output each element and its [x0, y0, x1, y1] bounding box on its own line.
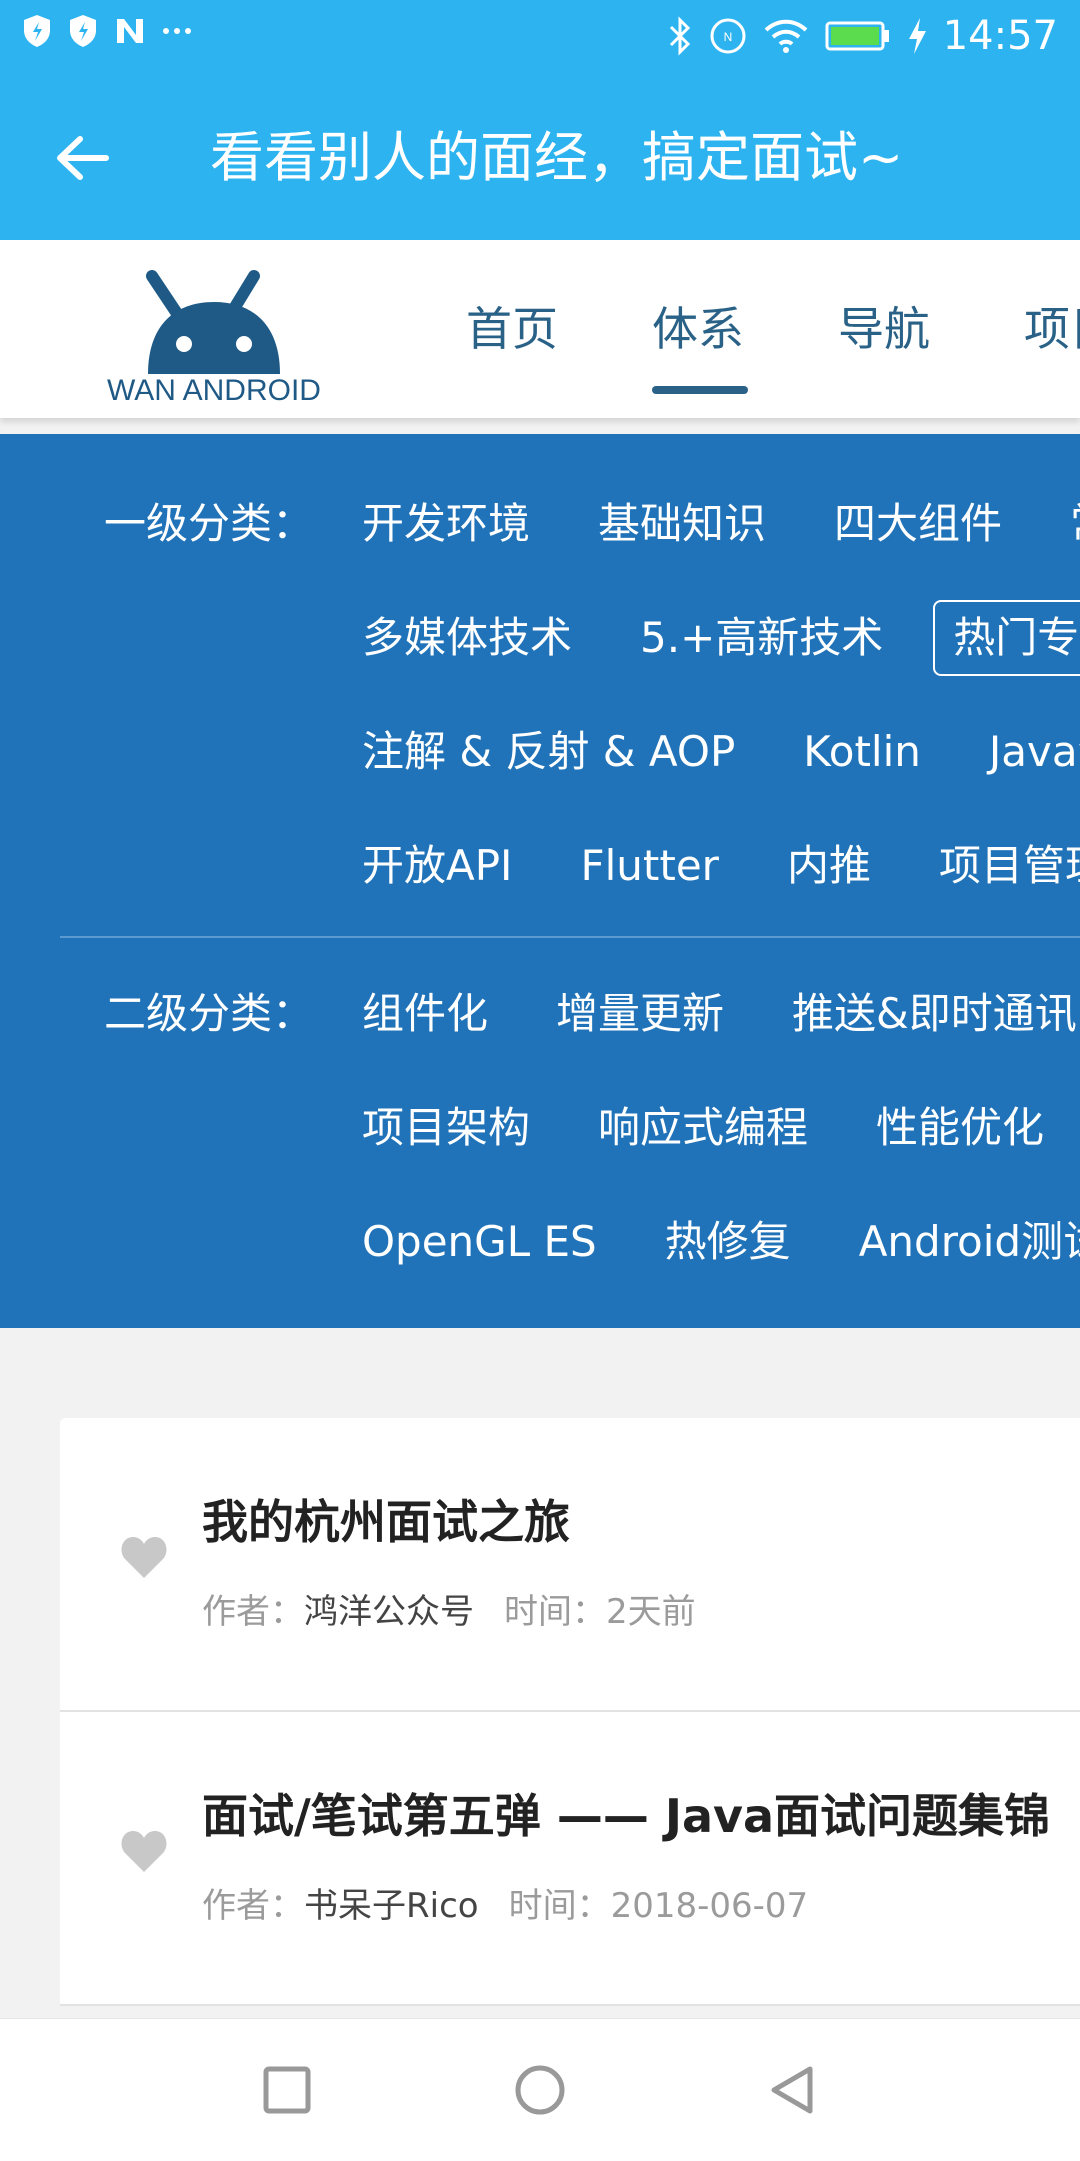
subcategory-tag[interactable]: 项目架构 [362, 1098, 530, 1158]
level2-row: 组件化 增量更新 推送&即时通讯 [362, 984, 1080, 1044]
site-header: WAN ANDROID 首页 体系 导航 项目 [0, 240, 1080, 418]
time-label: 时间： [508, 1886, 611, 1926]
more-dots-icon [163, 28, 191, 34]
subcategory-tag[interactable]: 热修复 [665, 1212, 791, 1272]
subcategory-tag[interactable]: Android测试相关 [859, 1212, 1080, 1272]
category-tag[interactable]: 基础知识 [598, 494, 766, 554]
category-tag[interactable]: Kotlin [803, 722, 921, 782]
subcategory-tag[interactable]: 组件化 [362, 984, 488, 1044]
article-item[interactable]: 面试/笔试第五弹 —— Java面试问题集锦（ 作者：书呆子Rico 时间：201… [60, 1712, 1080, 2006]
nav-system[interactable]: 体系 [652, 240, 838, 418]
status-right-icons: N 14:57 [667, 8, 1058, 64]
level2-row: 项目架构 响应式编程 性能优化 [362, 1098, 1080, 1158]
page-title: 看看别人的面经，搞定面试~ [210, 126, 904, 189]
category-tag[interactable]: 5.+高新技术 [640, 608, 883, 676]
article-time: 2018-06-07 [610, 1886, 809, 1926]
battery-icon [825, 21, 889, 51]
subcategory-tag[interactable]: 响应式编程 [598, 1098, 808, 1158]
author-label: 作者： [202, 1886, 304, 1926]
level1-label: 一级分类： [104, 499, 315, 548]
wan-android-logo[interactable]: WAN ANDROID [104, 256, 324, 407]
category-divider [60, 936, 1080, 938]
article-item[interactable]: 我的杭州面试之旅 作者：鸿洋公众号 时间：2天前 [60, 1418, 1080, 1712]
nav-home[interactable]: 首页 [466, 240, 652, 418]
back-button[interactable] [44, 120, 120, 196]
article-title[interactable]: 我的杭州面试之旅 [202, 1492, 570, 1552]
subcategory-tag[interactable]: OpenGL ES [362, 1212, 597, 1272]
site-nav: 首页 体系 导航 项目 [466, 240, 1080, 418]
status-time: 14:57 [942, 13, 1058, 59]
article-time: 2天前 [606, 1592, 696, 1632]
recents-square-icon[interactable] [254, 2057, 320, 2123]
svg-text:N: N [723, 30, 732, 44]
subcategory-tag[interactable]: 性能优化 [876, 1098, 1044, 1158]
arrow-left-icon [57, 136, 109, 180]
category-tag[interactable]: 注解 & 反射 & AOP [362, 722, 735, 782]
category-tag[interactable]: Flutter [580, 836, 719, 896]
category-tag[interactable]: 项目管理 [939, 836, 1080, 896]
wifi-icon [764, 19, 808, 53]
article-author[interactable]: 书呆子Rico [304, 1886, 479, 1926]
article-list: 我的杭州面试之旅 作者：鸿洋公众号 时间：2天前 面试/笔试第五弹 —— Java… [60, 1418, 1080, 2006]
article-title[interactable]: 面试/笔试第五弹 —— Java面试问题集锦（ [202, 1786, 1080, 1846]
status-left-icons [22, 14, 192, 48]
category-tag-selected[interactable]: 热门专题 [933, 600, 1080, 676]
author-label: 作者： [202, 1592, 304, 1632]
article-meta: 作者：鸿洋公众号 时间：2天前 [202, 1588, 696, 1636]
system-nav-bar [0, 2018, 1080, 2161]
shield-icon [70, 15, 96, 47]
category-tag[interactable]: 多媒体技术 [362, 608, 572, 676]
charging-icon [908, 18, 926, 54]
article-meta: 作者：书呆子Rico 时间：2018-06-07 [202, 1882, 808, 1930]
n-icon [117, 19, 143, 43]
bluetooth-icon [669, 16, 690, 56]
category-tag[interactable]: 开放API [362, 836, 512, 896]
back-triangle-icon[interactable] [760, 2057, 826, 2123]
category-tag[interactable]: 四大组件 [834, 494, 1002, 554]
level2-row: OpenGL ES 热修复 Android测试相关 [362, 1212, 1080, 1272]
category-panel: 一级分类： 开发环境 基础知识 四大组件 常用控件 多媒体技术 5.+高新技术 … [0, 434, 1080, 1328]
level2-label: 二级分类： [104, 989, 315, 1038]
shield-icon [24, 15, 50, 47]
subcategory-tag[interactable]: 增量更新 [556, 984, 724, 1044]
category-tag[interactable]: 内推 [787, 836, 871, 896]
home-circle-icon[interactable] [507, 2057, 573, 2123]
heart-icon[interactable] [120, 1828, 168, 1874]
category-tag[interactable]: 开发环境 [362, 494, 530, 554]
app-bar: 看看别人的面经，搞定面试~ [0, 72, 1080, 240]
category-tag[interactable]: 常用控件 [1070, 494, 1080, 554]
nav-projects[interactable]: 项目 [1024, 240, 1080, 418]
heart-icon[interactable] [120, 1534, 168, 1580]
time-label: 时间： [504, 1592, 606, 1632]
android-logo-icon [146, 270, 280, 374]
logo-text: WAN ANDROID [107, 374, 321, 407]
category-tag[interactable]: Java深入 [989, 722, 1080, 782]
level1-row: 开放API Flutter 内推 项目管理 [362, 836, 1080, 896]
subcategory-tag[interactable]: 推送&即时通讯 [792, 984, 1077, 1044]
level1-row: 多媒体技术 5.+高新技术 热门专题 [362, 600, 1080, 676]
nfc-icon: N [710, 18, 746, 54]
level1-row: 开发环境 基础知识 四大组件 常用控件 [362, 494, 1080, 554]
status-bar: N 14:57 [0, 0, 1080, 72]
level1-row: 注解 & 反射 & AOP Kotlin Java深入 [362, 722, 1080, 782]
nav-navigation[interactable]: 导航 [838, 240, 1024, 418]
article-author[interactable]: 鸿洋公众号 [304, 1592, 474, 1632]
